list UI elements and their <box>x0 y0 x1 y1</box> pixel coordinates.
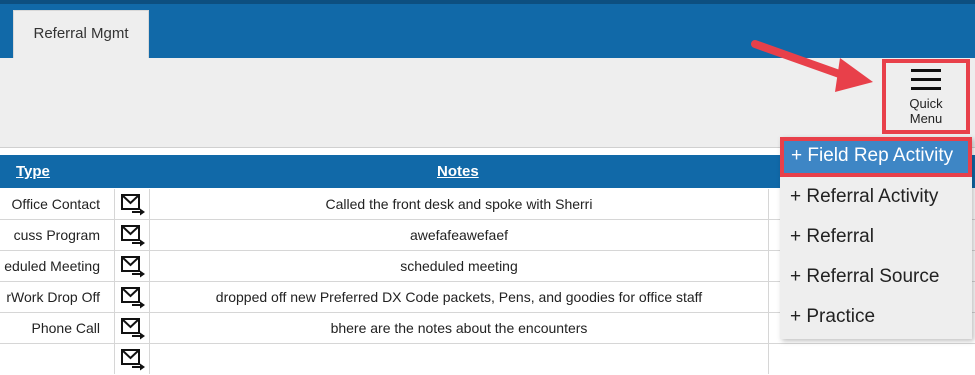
notes-cell: scheduled meeting <box>400 258 518 274</box>
quick-menu-label-line1: Quick <box>909 96 943 111</box>
type-cell: eduled Meeting <box>0 251 114 281</box>
menu-item-referral-activity[interactable]: + Referral Activity <box>780 177 972 217</box>
menu-item-practice[interactable]: + Practice <box>780 297 972 337</box>
quick-menu-dropdown: + Field Rep Activity + Referral Activity… <box>780 137 972 339</box>
type-text: eduled Meeting <box>4 258 100 274</box>
column-divider <box>768 220 769 250</box>
type-text: Office Contact <box>11 196 100 212</box>
quick-menu-label-line2: Menu <box>909 111 943 126</box>
tab-referral-mgmt[interactable]: Referral Mgmt <box>13 10 149 62</box>
mail-forward-icon[interactable] <box>114 344 150 374</box>
mail-forward-icon[interactable] <box>114 220 150 250</box>
type-cell: rWork Drop Off <box>0 282 114 312</box>
column-divider <box>768 189 769 219</box>
type-text: rWork Drop Off <box>6 289 100 305</box>
hamburger-menu-icon <box>911 69 941 90</box>
mail-forward-icon[interactable] <box>114 313 150 343</box>
type-cell: Phone Call <box>0 313 114 343</box>
column-header-notes[interactable]: Notes <box>437 163 479 180</box>
column-divider <box>768 282 769 312</box>
type-text: Phone Call <box>31 320 101 336</box>
type-text: cuss Program <box>13 227 100 243</box>
type-cell: cuss Program <box>0 220 114 250</box>
notes-cell: bhere are the notes about the encounters <box>330 320 588 336</box>
notes-cell: dropped off new Preferred DX Code packet… <box>215 289 703 305</box>
quick-menu-button[interactable]: Quick Menu <box>882 59 970 134</box>
column-divider <box>768 344 769 374</box>
menu-item-referral-source[interactable]: + Referral Source <box>780 257 972 297</box>
notes-cell: Called the front desk and spoke with She… <box>325 196 593 212</box>
table-row[interactable] <box>0 344 975 375</box>
notes-cell: awefafeawefaef <box>409 227 509 243</box>
menu-item-referral[interactable]: + Referral <box>780 217 972 257</box>
menu-item-field-rep-activity[interactable]: + Field Rep Activity <box>780 137 972 177</box>
annotation-arrow-icon <box>751 40 873 92</box>
column-divider <box>768 251 769 281</box>
mail-forward-icon[interactable] <box>114 282 150 312</box>
column-header-type[interactable]: Type <box>16 163 50 180</box>
mail-forward-icon[interactable] <box>114 251 150 281</box>
mail-forward-icon[interactable] <box>114 189 150 219</box>
column-divider <box>768 313 769 343</box>
type-cell: Office Contact <box>0 189 114 219</box>
